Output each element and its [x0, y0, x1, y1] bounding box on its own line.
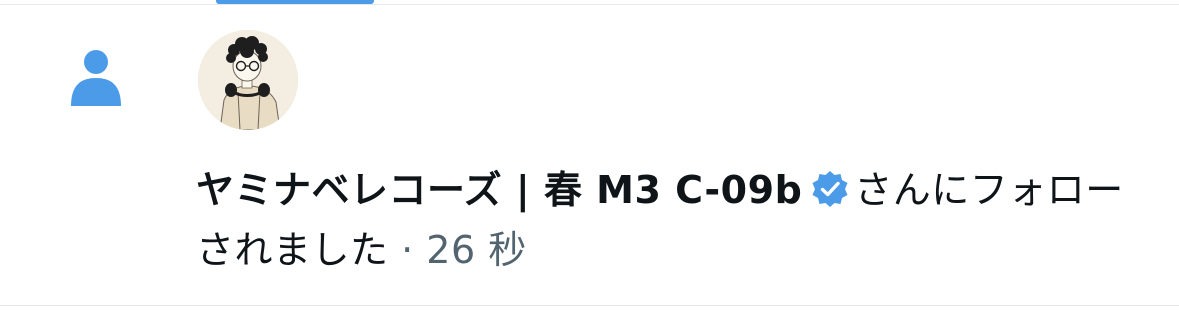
person-icon	[71, 50, 121, 106]
top-divider	[0, 4, 1179, 5]
bottom-divider	[0, 305, 1179, 306]
avatar-illustration	[198, 30, 298, 130]
verified-badge-icon	[812, 171, 848, 207]
user-name-link[interactable]: ヤミナベレコーズ | 春 M3 C-09b	[196, 168, 802, 212]
user-avatar[interactable]	[198, 30, 298, 130]
timestamp[interactable]: 26 秒	[426, 228, 526, 272]
separator-dot: ·	[388, 228, 427, 272]
notification-message: ヤミナベレコーズ | 春 M3 C-09b さんにフォローされました · 26 …	[196, 160, 1126, 280]
